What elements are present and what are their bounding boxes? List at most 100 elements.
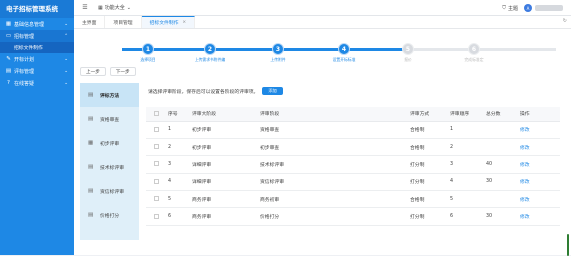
cell-stage: 资格审查 xyxy=(260,121,410,139)
col-actions: 操作 xyxy=(520,107,560,122)
avatar: A xyxy=(524,4,532,12)
main-content: 1 2 3 4 5 6 选择项目 上传需求书附件编 上传附件 设置开标标准 报价… xyxy=(74,29,571,256)
cell-stage: 初步审查 xyxy=(260,138,410,157)
chevron-up-icon: ⌃ xyxy=(64,33,68,39)
user-menu[interactable]: A xyxy=(524,4,563,12)
close-icon[interactable]: × xyxy=(182,20,186,25)
col-stage: 评审阶段 xyxy=(260,107,410,122)
refresh-icon[interactable]: ↻ xyxy=(563,18,567,24)
row-checkbox[interactable] xyxy=(146,207,168,226)
chevron-down-icon: ⌄ xyxy=(64,80,68,86)
question-icon: ? xyxy=(7,80,10,86)
doc-icon: ▤ xyxy=(88,116,94,122)
col-order: 评审顺序 xyxy=(450,107,486,122)
function-menu[interactable]: ▦ 功能大全 ⌄ xyxy=(98,4,131,12)
tab-price-scoring[interactable]: ▤ 价格打分 xyxy=(80,203,139,227)
cell-major-stage: 详细评审 xyxy=(192,173,260,192)
apps-icon: ▦ xyxy=(98,4,103,11)
cell-order: 1 xyxy=(450,121,486,139)
sidebar-item-opening-plan[interactable]: ✎ 开标计划 ⌄ xyxy=(0,53,74,65)
sidebar-item-tender-management[interactable]: ▭ 招标管理 ⌃ xyxy=(0,30,74,42)
cell-major-stage: 商务评审 xyxy=(192,190,260,209)
pencil-icon: ✎ xyxy=(6,56,11,62)
cell-order: 3 xyxy=(450,155,486,174)
checkbox[interactable] xyxy=(154,178,159,184)
tab-projects[interactable]: 项目管理 xyxy=(105,16,142,28)
tab-label: 初步评审 xyxy=(100,141,120,147)
prev-step-button[interactable]: 上一步 xyxy=(80,67,106,76)
tab-preliminary-review[interactable]: ▦ 初步评审 xyxy=(80,131,139,155)
checkbox[interactable] xyxy=(154,213,159,219)
hint-row: 请选择评审阶段，保存后可以设置各阶段的评审项。 添加 xyxy=(148,87,283,95)
sidebar-item-evaluation[interactable]: ▤ 评标管理 ⌄ xyxy=(0,65,74,77)
chevron-down-icon: ⌄ xyxy=(64,68,68,74)
edit-link[interactable]: 修改 xyxy=(520,173,560,192)
checkbox[interactable] xyxy=(154,196,159,202)
row-checkbox[interactable] xyxy=(146,190,168,209)
row-checkbox[interactable] xyxy=(146,173,168,192)
menu-toggle-icon[interactable]: ☰ xyxy=(80,4,90,11)
chart-icon: ▤ xyxy=(5,68,12,74)
cell-major-stage: 商务评审 xyxy=(192,207,260,226)
cell-major-stage: 详细评审 xyxy=(192,155,260,174)
theme-button[interactable]: ⛉ 主题 xyxy=(502,5,518,12)
cell-order: 5 xyxy=(450,190,486,209)
next-step-button[interactable]: 下一步 xyxy=(109,67,136,76)
cell-total: 30 xyxy=(486,173,520,192)
step-2-label: 上传需求书附件编 xyxy=(194,57,226,62)
tab-technical-review[interactable]: ▤ 技术标评审 xyxy=(80,155,139,179)
cell-index: 1 xyxy=(168,121,192,139)
edit-link[interactable]: 修改 xyxy=(520,155,560,174)
cell-total xyxy=(486,121,520,139)
cell-index: 6 xyxy=(168,207,192,226)
progress-line-pending xyxy=(404,48,556,51)
tab-credit-review[interactable]: ▤ 资信标评审 xyxy=(80,179,139,203)
cell-method: 打分制 xyxy=(410,155,450,174)
hint-text: 请选择评审阶段，保存后可以设置各阶段的评审项。 xyxy=(148,89,259,95)
checkbox[interactable] xyxy=(154,110,159,116)
tab-tender-doc[interactable]: 招标文件制作 × xyxy=(141,16,196,28)
checkbox[interactable] xyxy=(154,144,159,150)
checkbox[interactable] xyxy=(154,126,159,132)
tab-evaluation-method[interactable]: ▤ 评标方法 xyxy=(80,83,139,107)
tab-label: 资格审查 xyxy=(100,117,120,123)
cell-index: 5 xyxy=(168,190,192,209)
add-button[interactable]: 添加 xyxy=(262,87,283,95)
row-checkbox[interactable] xyxy=(146,155,168,174)
sidebar-item-label: 评标管理 xyxy=(14,68,35,75)
row-checkbox[interactable] xyxy=(146,121,168,139)
sidebar-item-basic-info[interactable]: ▦ 基础信息管理 ⌄ xyxy=(0,18,74,30)
row-checkbox[interactable] xyxy=(146,138,168,157)
cell-order: 6 xyxy=(450,207,486,226)
app-title: 电子招标管理系统 xyxy=(0,0,74,18)
cell-order: 4 xyxy=(450,173,486,192)
tab-qualification-review[interactable]: ▤ 资格审查 xyxy=(80,107,139,131)
tab-home[interactable]: 主界面 xyxy=(74,16,106,28)
edit-link[interactable]: 修改 xyxy=(520,138,560,157)
scrollbar[interactable] xyxy=(567,234,569,256)
step-1: 1 xyxy=(142,43,154,55)
evaluation-tabs: ▤ 评标方法 ▤ 资格审查 ▦ 初步评审 ▤ 技术标评审 ▤ 资信标评审 ▤ 价格打分 xyxy=(80,83,139,240)
top-bar: ☰ ▦ 功能大全 ⌄ ⛉ 主题 A xyxy=(74,0,571,16)
grid-icon: ▦ xyxy=(5,21,12,27)
step-2: 2 xyxy=(204,43,216,55)
cell-method: 合格制 xyxy=(410,138,450,157)
step-3: 3 xyxy=(272,43,284,55)
select-all-checkbox[interactable] xyxy=(146,107,168,122)
sidebar-item-qa[interactable]: ? 在线答疑 ⌄ xyxy=(0,77,74,89)
chevron-down-icon: ⌄ xyxy=(126,4,131,11)
edit-link[interactable]: 修改 xyxy=(520,207,560,226)
edit-link[interactable]: 修改 xyxy=(520,190,560,209)
cell-total xyxy=(486,138,520,157)
step-3-label: 上传附件 xyxy=(270,57,286,62)
cell-method: 合格制 xyxy=(410,121,450,139)
tab-label: 项目管理 xyxy=(113,20,133,26)
tab-label: 评标方法 xyxy=(100,93,120,99)
tab-label: 技术标评审 xyxy=(100,165,124,171)
checkbox[interactable] xyxy=(154,161,159,167)
edit-link[interactable]: 修改 xyxy=(520,121,560,139)
sidebar-item-label: 基础信息管理 xyxy=(14,21,45,28)
table-row: 6 商务评审 价格打分 打分制 6 30 修改 xyxy=(146,207,560,226)
sidebar-subitem-tender-doc[interactable]: 招标文件制作 xyxy=(0,42,74,53)
step-nav: 上一步 下一步 xyxy=(80,67,136,76)
